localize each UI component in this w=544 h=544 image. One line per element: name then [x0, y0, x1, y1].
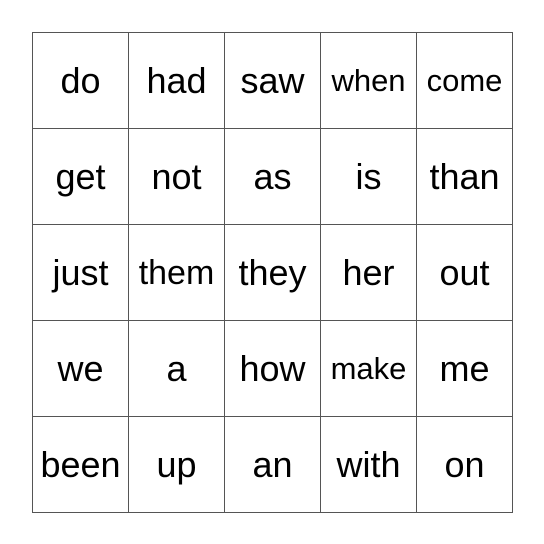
bingo-cell[interactable]: than: [417, 129, 513, 225]
bingo-cell[interactable]: had: [129, 33, 225, 129]
bingo-cell[interactable]: just: [33, 225, 129, 321]
bingo-cell[interactable]: come: [417, 33, 513, 129]
bingo-cell[interactable]: up: [129, 417, 225, 513]
bingo-cell[interactable]: saw: [225, 33, 321, 129]
bingo-cell[interactable]: on: [417, 417, 513, 513]
bingo-cell[interactable]: when: [321, 33, 417, 129]
bingo-cell[interactable]: make: [321, 321, 417, 417]
bingo-cell[interactable]: an: [225, 417, 321, 513]
bingo-cell[interactable]: them: [129, 225, 225, 321]
bingo-cell[interactable]: do: [33, 33, 129, 129]
bingo-cell[interactable]: been: [33, 417, 129, 513]
bingo-cell[interactable]: get: [33, 129, 129, 225]
bingo-cell[interactable]: is: [321, 129, 417, 225]
bingo-cell[interactable]: out: [417, 225, 513, 321]
bingo-cell[interactable]: as: [225, 129, 321, 225]
bingo-cell[interactable]: with: [321, 417, 417, 513]
bingo-cell[interactable]: a: [129, 321, 225, 417]
bingo-board: do had saw when come get not as is than …: [32, 32, 513, 513]
bingo-cell[interactable]: me: [417, 321, 513, 417]
bingo-cell[interactable]: her: [321, 225, 417, 321]
bingo-cell[interactable]: how: [225, 321, 321, 417]
bingo-cell[interactable]: they: [225, 225, 321, 321]
bingo-cell[interactable]: we: [33, 321, 129, 417]
bingo-cell[interactable]: not: [129, 129, 225, 225]
